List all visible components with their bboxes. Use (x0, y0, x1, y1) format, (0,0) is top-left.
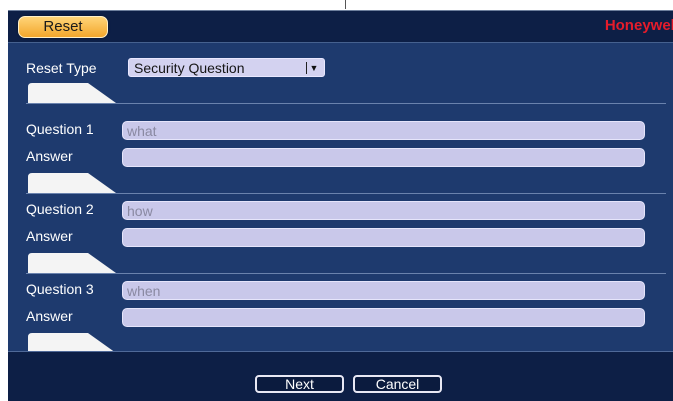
reset-window: Reset Honeywell Reset Type Security Ques… (8, 10, 673, 401)
answer-1-label: Answer (26, 148, 73, 164)
question-3-input[interactable] (122, 281, 645, 300)
question-2-input[interactable] (122, 201, 645, 220)
reset-tab[interactable]: Reset (18, 16, 108, 38)
answer-3-label: Answer (26, 308, 73, 324)
section-divider (26, 273, 666, 274)
section-tab-shape (28, 173, 116, 193)
title-bar: Reset Honeywell (8, 11, 673, 43)
cancel-button[interactable]: Cancel (353, 375, 442, 393)
reset-form: Reset Type Security Question ▼ Question … (8, 43, 673, 354)
reset-type-value: Security Question (134, 60, 245, 76)
reset-type-select[interactable]: Security Question ▼ (128, 58, 325, 77)
answer-3-input[interactable] (122, 308, 645, 327)
question-1-input[interactable] (122, 121, 645, 140)
section-tab-shape (28, 333, 116, 353)
section-divider (26, 193, 666, 194)
section-tab-shape (28, 83, 116, 103)
answer-2-label: Answer (26, 228, 73, 244)
answer-2-input[interactable] (122, 228, 645, 247)
next-button[interactable]: Next (255, 375, 344, 393)
answer-1-input[interactable] (122, 148, 645, 167)
dropdown-arrow-icon[interactable]: ▼ (306, 62, 321, 74)
question-2-label: Question 2 (26, 201, 94, 217)
section-divider (26, 103, 666, 104)
section-tab-shape (28, 253, 116, 273)
question-1-label: Question 1 (26, 121, 94, 137)
footer-bar: Next Cancel (8, 351, 673, 401)
reset-type-label: Reset Type (26, 60, 97, 76)
honeywell-logo: Honeywell (604, 17, 673, 34)
top-divider (345, 0, 346, 9)
question-3-label: Question 3 (26, 281, 94, 297)
